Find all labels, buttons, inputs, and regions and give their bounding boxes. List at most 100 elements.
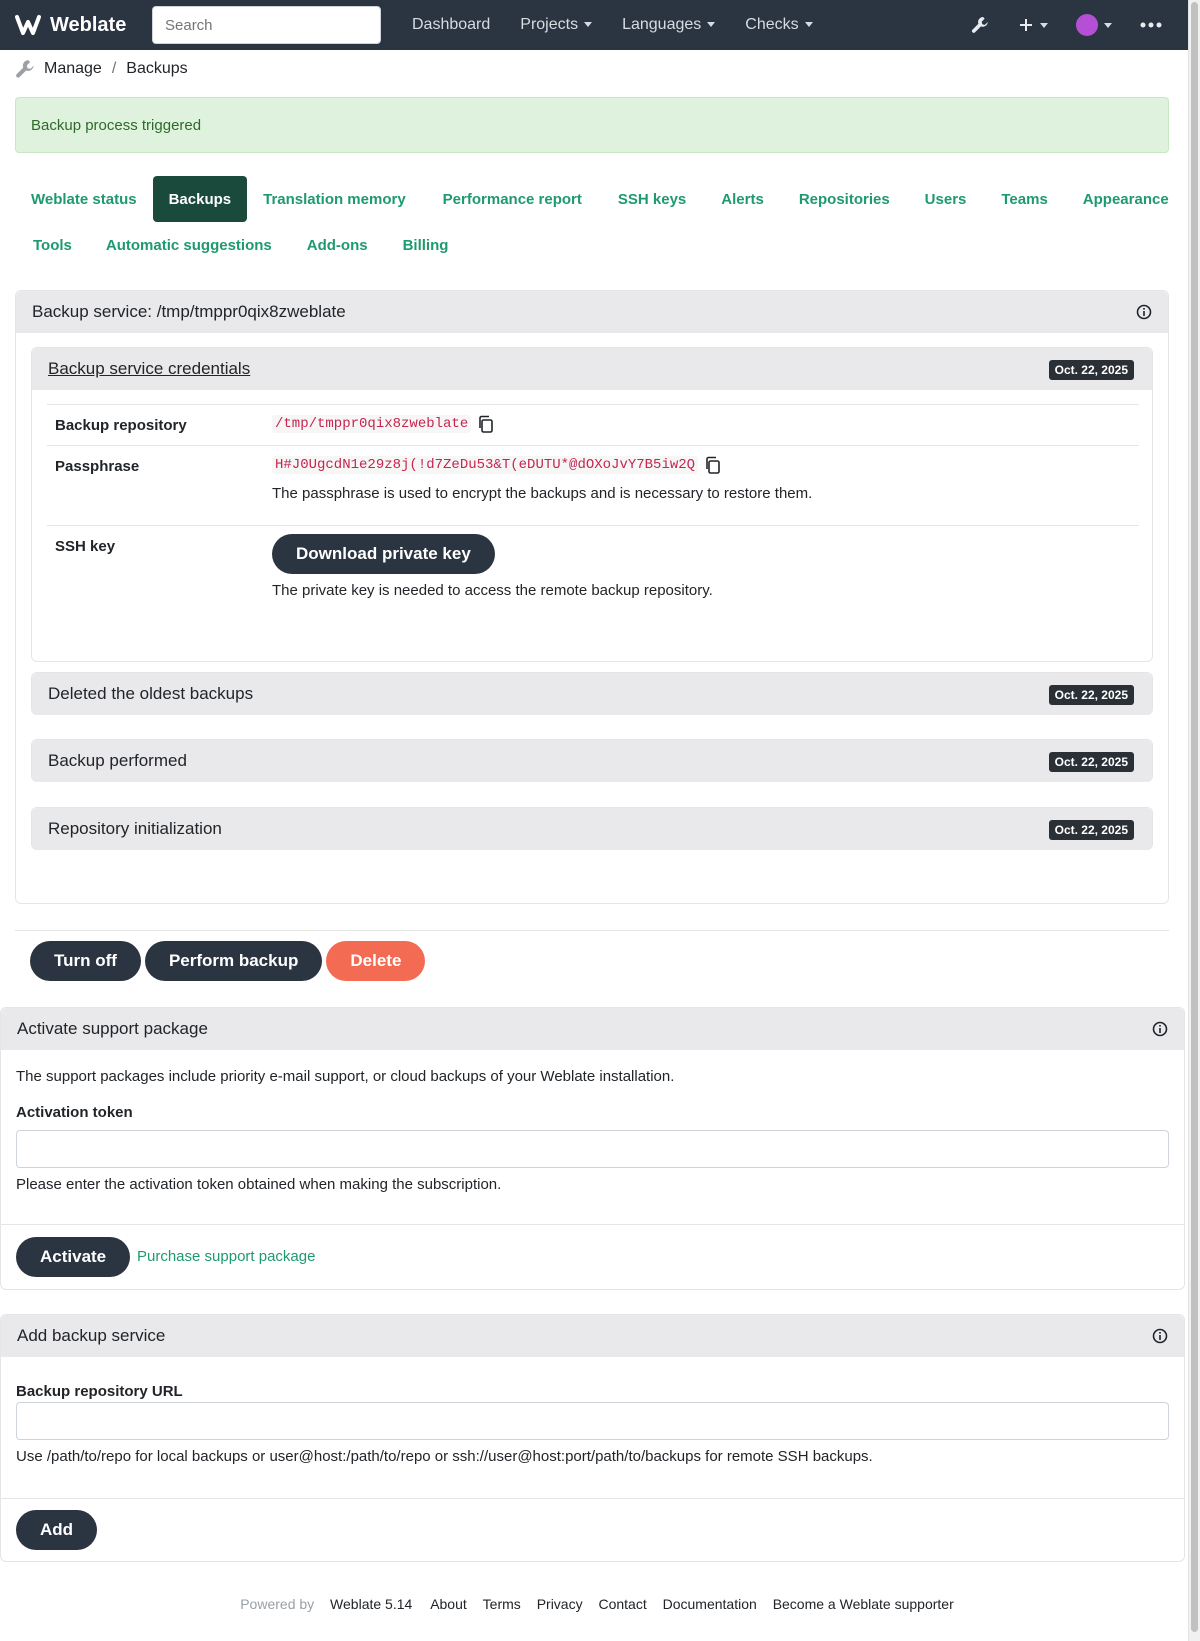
perform-backup-button[interactable]: Perform backup: [144, 941, 323, 981]
footer-privacy[interactable]: Privacy: [537, 1596, 583, 1612]
footer-documentation[interactable]: Documentation: [663, 1596, 757, 1612]
info-icon[interactable]: [1136, 304, 1152, 320]
backup-service-title: Backup service: /tmp/tmppr0qix8zweblate: [32, 302, 346, 321]
tab-teams[interactable]: Teams: [982, 176, 1063, 222]
chevron-down-icon: [707, 22, 716, 28]
support-description: The support packages include priority e-…: [16, 1068, 675, 1085]
alert-text: Backup process triggered: [31, 116, 202, 134]
support-package-card: Activate support package The support pac…: [0, 1007, 1185, 1290]
passphrase-value-wrap: H#J0UgcdN1e29z8j(!d7ZeDu53&T(eDUTU*@dOXo…: [272, 456, 722, 474]
nav-checks-label: Checks: [745, 16, 799, 33]
more-icon[interactable]: [1140, 22, 1162, 28]
success-alert: Backup process triggered: [15, 97, 1169, 153]
wrench-icon[interactable]: [970, 15, 990, 35]
nav-projects[interactable]: Projects: [505, 16, 607, 34]
repository-value: /tmp/tmppr0qix8zweblate: [272, 415, 472, 433]
repository-value-wrap: /tmp/tmppr0qix8zweblate: [272, 415, 495, 433]
footer-contact[interactable]: Contact: [598, 1596, 646, 1612]
nav-right: [956, 0, 1176, 50]
activation-token-label: Activation token: [16, 1104, 133, 1121]
tab-ssh-keys[interactable]: SSH keys: [598, 176, 702, 222]
nav-dashboard[interactable]: Dashboard: [397, 16, 505, 34]
brand[interactable]: Weblate: [14, 13, 150, 37]
tab-alerts[interactable]: Alerts: [702, 176, 780, 222]
footer-about[interactable]: About: [430, 1596, 467, 1612]
tab-repositories[interactable]: Repositories: [780, 176, 906, 222]
backup-url-input[interactable]: [16, 1402, 1169, 1440]
info-icon[interactable]: [1152, 1021, 1168, 1037]
credentials-table: Backup repository /tmp/tmppr0qix8zweblat…: [47, 404, 1139, 625]
turn-off-button[interactable]: Turn off: [30, 941, 141, 981]
tab-billing[interactable]: Billing: [384, 222, 465, 268]
passphrase-label: Passphrase: [55, 458, 140, 475]
date-badge: Oct. 22, 2025: [1048, 360, 1134, 380]
user-menu[interactable]: [1076, 14, 1112, 36]
activation-token-help: Please enter the activation token obtain…: [16, 1176, 502, 1193]
brand-name: Weblate: [50, 13, 127, 36]
tab-weblate-status[interactable]: Weblate status: [15, 176, 153, 222]
tab-add-ons[interactable]: Add-ons: [288, 222, 384, 268]
footer-version[interactable]: Weblate 5.14: [330, 1596, 412, 1612]
add-backup-divider: [1, 1498, 1184, 1499]
scrollbar-thumb[interactable]: [1191, 2, 1198, 1632]
add-backup-title: Add backup service: [17, 1326, 166, 1345]
add-button[interactable]: Add: [16, 1510, 98, 1550]
credentials-title[interactable]: Backup service credentials: [48, 359, 250, 379]
download-private-key-button[interactable]: Download private key: [272, 534, 495, 574]
date-badge: Oct. 22, 2025: [1048, 820, 1134, 840]
powered-by-label: Powered by: [240, 1596, 315, 1612]
breadcrumb-manage[interactable]: Manage: [44, 60, 102, 78]
plus-icon: [1020, 19, 1032, 31]
nav-checks[interactable]: Checks: [730, 16, 827, 34]
passphrase-row: Passphrase H#J0UgcdN1e29z8j(!d7ZeDu53&T(…: [47, 445, 1139, 525]
tab-tools[interactable]: Tools: [15, 222, 88, 268]
event-header: Backup performed Oct. 22, 2025: [32, 740, 1152, 782]
ssh-key-help: The private key is needed to access the …: [272, 582, 713, 599]
support-divider: [1, 1224, 1184, 1225]
search-input[interactable]: [152, 6, 381, 44]
add-menu[interactable]: [1018, 17, 1048, 33]
ssh-key-label: SSH key: [55, 538, 116, 555]
event-title: Backup performed: [48, 751, 187, 770]
footer-terms[interactable]: Terms: [483, 1596, 521, 1612]
copy-icon[interactable]: [477, 415, 495, 433]
tab-automatic-suggestions[interactable]: Automatic suggestions: [88, 222, 288, 268]
delete-button[interactable]: Delete: [326, 941, 426, 981]
activate-button[interactable]: Activate: [16, 1237, 131, 1277]
footer: Powered by Weblate 5.14 About Terms Priv…: [0, 1596, 1188, 1612]
support-package-header: Activate support package: [1, 1008, 1184, 1050]
footer-powered-by: Powered by Weblate 5.14: [234, 1596, 418, 1612]
repository-row: Backup repository /tmp/tmppr0qix8zweblat…: [47, 404, 1139, 445]
divider: [15, 930, 1169, 931]
chevron-down-icon: [804, 22, 813, 28]
backup-url-label: Backup repository URL: [16, 1383, 183, 1400]
tab-appearance[interactable]: Appearance: [1064, 176, 1185, 222]
copy-icon[interactable]: [704, 456, 722, 474]
add-backup-header: Add backup service: [1, 1315, 1184, 1357]
event-header: Repository initialization Oct. 22, 2025: [32, 808, 1152, 850]
nav-languages[interactable]: Languages: [607, 16, 730, 34]
tab-backups[interactable]: Backups: [152, 176, 248, 222]
event-title: Repository initialization: [48, 819, 222, 838]
add-backup-service-card: Add backup service Backup repository URL…: [0, 1314, 1185, 1562]
manage-tabs: Weblate status Backups Translation memor…: [15, 176, 1175, 268]
date-badge: Oct. 22, 2025: [1048, 752, 1134, 772]
tab-translation-memory[interactable]: Translation memory: [247, 176, 422, 222]
breadcrumb: Manage / Backups: [14, 56, 188, 82]
main-nav: Dashboard Projects Languages Checks: [397, 0, 828, 50]
scrollbar[interactable]: [1188, 0, 1200, 1641]
event-card: Deleted the oldest backups Oct. 22, 2025: [31, 672, 1153, 715]
tab-performance-report[interactable]: Performance report: [422, 176, 598, 222]
info-icon[interactable]: [1152, 1328, 1168, 1344]
activation-token-input[interactable]: [16, 1130, 1169, 1168]
tab-row-1: Weblate status Backups Translation memor…: [15, 176, 1175, 222]
nav-projects-label: Projects: [520, 16, 579, 33]
backup-service-header: Backup service: /tmp/tmppr0qix8zweblate: [16, 291, 1168, 333]
tab-users[interactable]: Users: [906, 176, 983, 222]
breadcrumb-backups[interactable]: Backups: [126, 60, 187, 78]
repository-label: Backup repository: [55, 417, 187, 434]
date-badge: Oct. 22, 2025: [1048, 685, 1134, 705]
purchase-support-link[interactable]: Purchase support package: [137, 1248, 315, 1265]
footer-supporter[interactable]: Become a Weblate supporter: [773, 1596, 954, 1612]
credentials-header: Backup service credentials Oct. 22, 2025: [32, 348, 1152, 390]
